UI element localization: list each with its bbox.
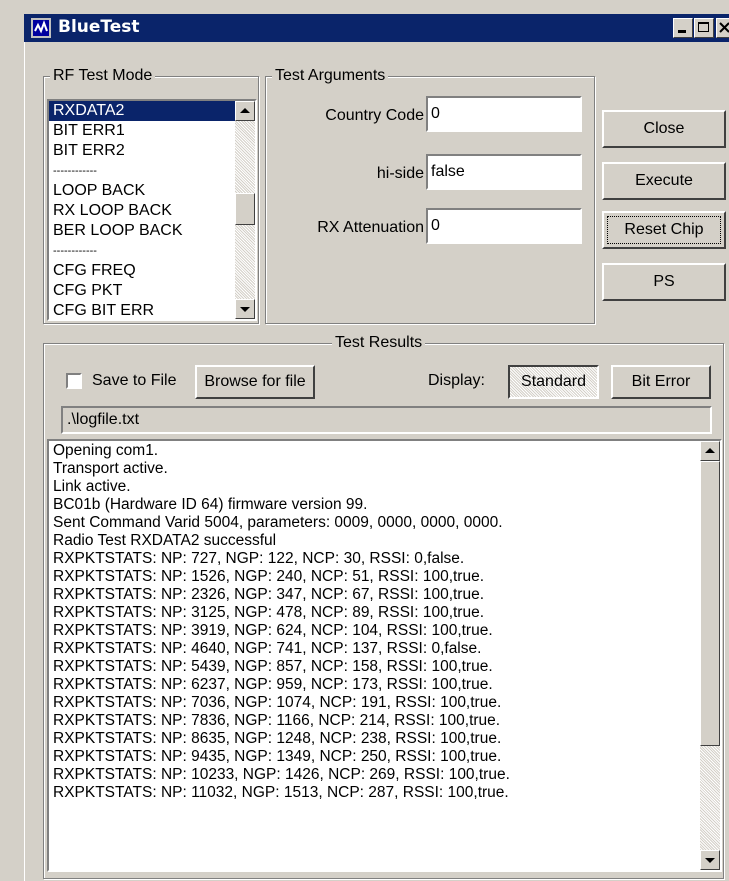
- log-line: Sent Command Varid 5004, parameters: 000…: [53, 514, 503, 531]
- rf-test-mode-item[interactable]: RXDATA2: [49, 101, 235, 121]
- bluetest-app-icon: [31, 18, 51, 38]
- test-arguments-group: Test Arguments Country Code hi-side RX A…: [265, 66, 595, 324]
- scroll-down-icon: [240, 307, 250, 312]
- rf-test-mode-item[interactable]: RX LOOP BACK: [49, 201, 235, 221]
- standard-display-button[interactable]: Standard: [508, 365, 599, 399]
- scroll-up-icon: [705, 448, 715, 453]
- log-line: Link active.: [53, 478, 131, 495]
- client-area: RF Test Mode RXDATA2 BIT ERR1 BIT ERR2 ----…: [24, 42, 729, 881]
- log-line: RXPKTSTATS: NP: 7036, NGP: 1074, NCP: 19…: [53, 694, 502, 711]
- log-line: BC01b (Hardware ID 64) firmware version …: [53, 496, 368, 513]
- log-line: RXPKTSTATS: NP: 3125, NGP: 478, NCP: 89,…: [53, 604, 485, 621]
- country-code-label: Country Code: [325, 107, 424, 124]
- bit-error-display-button[interactable]: Bit Error: [611, 365, 711, 399]
- rx-attenuation-label: RX Attenuation: [317, 219, 424, 236]
- log-line: RXPKTSTATS: NP: 5439, NGP: 857, NCP: 158…: [53, 658, 493, 675]
- close-icon: [719, 22, 729, 33]
- rf-test-mode-item[interactable]: BIT ERR2: [49, 141, 235, 161]
- log-scroll-up-button[interactable]: [700, 441, 720, 461]
- log-line: RXPKTSTATS: NP: 4640, NGP: 741, NCP: 137…: [53, 640, 482, 657]
- log-file-path-field: .\logfile.txt: [61, 406, 712, 434]
- log-line: Opening com1.: [53, 442, 159, 459]
- execute-button[interactable]: Execute: [602, 162, 726, 200]
- rf-test-mode-group: RF Test Mode RXDATA2 BIT ERR1 BIT ERR2 ----…: [43, 66, 259, 324]
- log-line: RXPKTSTATS: NP: 10233, NGP: 1426, NCP: 2…: [53, 766, 510, 783]
- log-line: RXPKTSTATS: NP: 1526, NGP: 240, NCP: 51,…: [53, 568, 485, 585]
- minimize-button[interactable]: [673, 18, 693, 38]
- log-line: RXPKTSTATS: NP: 2326, NGP: 347, NCP: 67,…: [53, 586, 485, 603]
- rf-list-scrollbar[interactable]: [235, 101, 255, 319]
- rf-test-mode-item[interactable]: BIT ERR1: [49, 121, 235, 141]
- ps-button[interactable]: PS: [602, 263, 726, 301]
- log-line: RXPKTSTATS: NP: 8635, NGP: 1248, NCP: 23…: [53, 730, 502, 747]
- country-code-input[interactable]: [426, 96, 582, 132]
- rf-list-scroll-thumb[interactable]: [235, 193, 255, 225]
- maximize-icon: [698, 22, 709, 32]
- hi-side-input[interactable]: [426, 154, 582, 190]
- rf-test-mode-list[interactable]: RXDATA2 BIT ERR1 BIT ERR2 ------------ LOOP …: [47, 99, 257, 321]
- log-line: RXPKTSTATS: NP: 9435, NGP: 1349, NCP: 25…: [53, 748, 502, 765]
- log-scroll-thumb[interactable]: [700, 461, 720, 746]
- rf-list-scroll-down-button[interactable]: [235, 299, 255, 319]
- rf-test-mode-label: RF Test Mode: [50, 66, 156, 86]
- close-window-button[interactable]: [716, 18, 729, 38]
- rf-test-mode-item[interactable]: ------------: [49, 241, 235, 261]
- save-to-file-label[interactable]: Save to File: [92, 371, 176, 391]
- log-line: Transport active.: [53, 460, 168, 477]
- browse-for-file-button[interactable]: Browse for file: [195, 365, 315, 399]
- log-output[interactable]: Opening com1. Transport active. Link activ…: [47, 439, 722, 872]
- display-label: Display:: [428, 372, 485, 389]
- save-to-file-checkbox[interactable]: [66, 373, 82, 389]
- test-results-group: Test Results Save to File Browse for fil…: [43, 333, 724, 879]
- scroll-down-icon: [705, 858, 715, 863]
- rf-test-mode-item[interactable]: LOOP BACK: [49, 181, 235, 201]
- maximize-button[interactable]: [694, 18, 714, 38]
- log-scrollbar[interactable]: [700, 441, 720, 870]
- test-results-label: Test Results: [332, 333, 426, 353]
- log-lines: Opening com1. Transport active. Link activ…: [49, 442, 700, 802]
- log-line: RXPKTSTATS: NP: 6237, NGP: 959, NCP: 173…: [53, 676, 493, 693]
- log-line: RXPKTSTATS: NP: 3919, NGP: 624, NCP: 104…: [53, 622, 493, 639]
- main-window: BlueTest RF Test Mode RXDATA2 BIT ERR1 BIT…: [0, 0, 729, 881]
- rf-test-mode-item[interactable]: ------------: [49, 161, 235, 181]
- rf-test-mode-item[interactable]: CFG FREQ: [49, 261, 235, 281]
- log-line: RXPKTSTATS: NP: 11032, NGP: 1513, NCP: 2…: [53, 784, 509, 801]
- log-scroll-down-button[interactable]: [700, 850, 720, 870]
- reset-chip-button[interactable]: Reset Chip: [602, 211, 726, 249]
- test-arguments-label: Test Arguments: [272, 66, 389, 86]
- rx-attenuation-input[interactable]: [426, 208, 582, 244]
- window-title: BlueTest: [58, 17, 140, 37]
- rf-test-mode-items: RXDATA2 BIT ERR1 BIT ERR2 ------------ LOOP …: [49, 101, 235, 319]
- hi-side-label: hi-side: [376, 165, 424, 182]
- rf-test-mode-item[interactable]: BER LOOP BACK: [49, 221, 235, 241]
- rf-test-mode-item[interactable]: CFG BIT ERR: [49, 301, 235, 319]
- scroll-up-icon: [240, 108, 250, 113]
- log-line: Radio Test RXDATA2 successful: [53, 532, 277, 549]
- minimize-icon: [678, 30, 686, 33]
- log-line: RXPKTSTATS: NP: 7836, NGP: 1166, NCP: 21…: [53, 712, 501, 729]
- rf-list-scroll-up-button[interactable]: [235, 101, 255, 121]
- focus-ring: [607, 216, 721, 244]
- rf-test-mode-item[interactable]: CFG PKT: [49, 281, 235, 301]
- close-button[interactable]: Close: [602, 110, 726, 148]
- title-bar[interactable]: BlueTest: [24, 14, 729, 42]
- log-line: RXPKTSTATS: NP: 727, NGP: 122, NCP: 30, …: [53, 550, 465, 567]
